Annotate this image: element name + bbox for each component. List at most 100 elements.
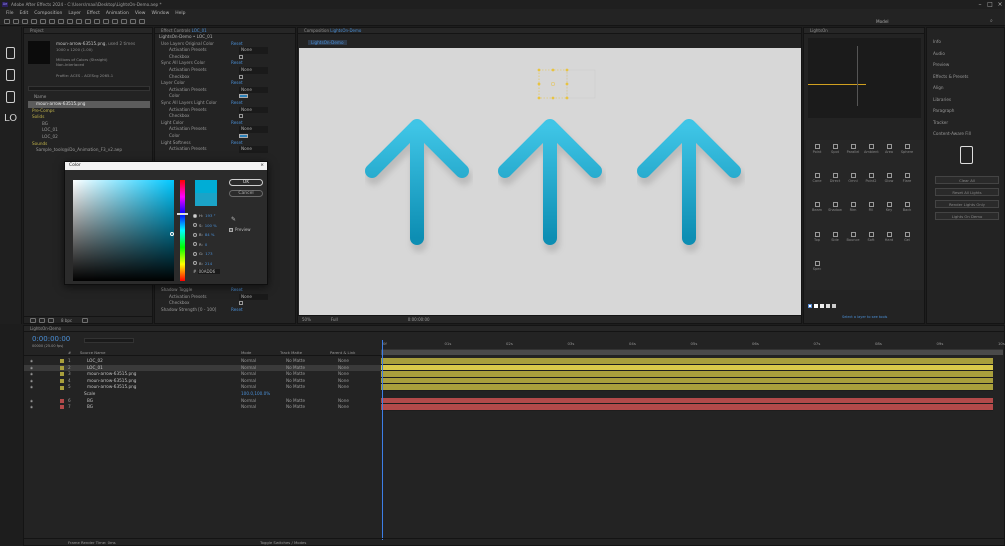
- layer-row[interactable]: Scale 100.0,100.0%: [24, 391, 381, 398]
- color-field-row[interactable]: B: 214: [193, 259, 229, 269]
- timeline-timecode[interactable]: 0:00:00:00: [32, 335, 70, 343]
- swatch[interactable]: [832, 304, 836, 308]
- color-field-row[interactable]: H: 193 °: [193, 211, 229, 221]
- project-tab[interactable]: Project: [24, 28, 152, 34]
- search-icon[interactable]: ⌕: [990, 18, 993, 24]
- eyedropper-icon[interactable]: ✎: [231, 216, 236, 223]
- radio-button[interactable]: [193, 223, 197, 228]
- new-folder-icon[interactable]: [38, 317, 45, 323]
- puppet-tool-icon[interactable]: [129, 19, 136, 24]
- layer-name[interactable]: BG: [87, 404, 93, 411]
- device-preview-icon[interactable]: [960, 146, 973, 164]
- composition-tab[interactable]: Composition LightsOn-Demo: [298, 28, 801, 34]
- effect-row[interactable]: Activation Presets None: [155, 106, 295, 114]
- light-type-button[interactable]: Shadow: [828, 201, 842, 214]
- layer-row[interactable]: ◉ 4 moun-arrow-63515.png Normal No Matte None: [24, 378, 381, 385]
- layer-mode[interactable]: Normal: [241, 384, 256, 391]
- light-type-button[interactable]: Rim: [846, 201, 860, 214]
- list-item[interactable]: Sounds: [28, 141, 150, 148]
- color-field-value[interactable]: 173: [205, 251, 212, 256]
- color-swatch[interactable]: [239, 94, 248, 99]
- light-type-button[interactable]: Omni: [846, 172, 860, 185]
- effect-row-value[interactable]: Reset: [231, 41, 243, 48]
- workspace-label[interactable]: Model: [876, 19, 889, 24]
- layer-mode[interactable]: Normal: [241, 404, 256, 411]
- color-field-row[interactable]: R: 0: [193, 240, 229, 250]
- bpc-label[interactable]: 8 bpc: [61, 318, 72, 323]
- list-item[interactable]: Pre-Comps: [28, 108, 150, 115]
- layer-parent[interactable]: None: [338, 398, 349, 405]
- checkbox[interactable]: [239, 301, 243, 306]
- effect-row-value[interactable]: Reset: [231, 80, 243, 87]
- comp-breadcrumb[interactable]: LightsOn-Demo: [308, 40, 347, 45]
- light-type-button[interactable]: Glow: [882, 172, 896, 185]
- zoom-dropdown[interactable]: 50%: [302, 317, 311, 322]
- home-icon[interactable]: [3, 19, 10, 24]
- visibility-eye-icon[interactable]: ◉: [30, 378, 33, 385]
- checkbox[interactable]: [239, 114, 243, 119]
- layer-parent[interactable]: None: [338, 378, 349, 385]
- layer-mode[interactable]: Normal: [241, 378, 256, 385]
- light-type-button[interactable]: Beam: [810, 201, 824, 214]
- effect-row-value[interactable]: None: [239, 106, 268, 114]
- cancel-button[interactable]: Cancel: [229, 190, 263, 197]
- light-type-button[interactable]: Back: [900, 201, 914, 214]
- playhead[interactable]: [382, 340, 383, 540]
- panel-tab[interactable]: Content-Aware Fill: [927, 128, 1004, 140]
- effect-row[interactable]: Light Color Reset: [155, 120, 295, 127]
- maximize-icon[interactable]: □: [985, 0, 995, 9]
- effect-row-value[interactable]: Reset: [231, 287, 243, 294]
- color-field-value[interactable]: 100 %: [205, 223, 217, 228]
- light-type-button[interactable]: Soft: [864, 231, 878, 244]
- color-field-value[interactable]: 193 °: [205, 213, 215, 218]
- type-tool-icon[interactable]: [84, 19, 91, 24]
- light-type-button[interactable]: Hard: [882, 231, 896, 244]
- visibility-eye-icon[interactable]: ◉: [30, 371, 33, 378]
- close-icon[interactable]: ×: [260, 162, 267, 170]
- layer-row[interactable]: ◉ 6 BG Normal No Matte None: [24, 398, 381, 405]
- toggle-switches-modes[interactable]: Toggle Switches / Modes: [260, 539, 306, 546]
- effect-row-value[interactable]: Reset: [231, 60, 243, 67]
- light-type-button[interactable]: Direct: [828, 172, 842, 185]
- menu-animation[interactable]: Animation: [106, 11, 129, 16]
- layer-name[interactable]: LOC_01: [87, 365, 103, 372]
- device-add-icon[interactable]: [6, 91, 15, 103]
- effect-row-value[interactable]: None: [239, 293, 268, 301]
- light-type-button[interactable]: Sphere: [900, 143, 914, 156]
- visibility-eye-icon[interactable]: ◉: [30, 365, 33, 372]
- effect-row[interactable]: Activation Presets None: [155, 146, 295, 153]
- comp-timecode[interactable]: 0:00:00:00: [408, 317, 430, 322]
- panel-tab[interactable]: Paragraph: [927, 105, 1004, 117]
- list-item[interactable]: BG: [28, 121, 150, 128]
- layer-track-bar[interactable]: [381, 404, 993, 411]
- panel-tab[interactable]: Effects & Presets: [927, 71, 1004, 83]
- hue-slider-handle[interactable]: [177, 213, 188, 215]
- light-type-button[interactable]: Gel: [900, 231, 914, 244]
- layer-track-matte[interactable]: No Matte: [286, 358, 305, 365]
- menu-edit[interactable]: Edit: [20, 11, 29, 16]
- list-item[interactable]: LOC_01: [28, 127, 150, 134]
- action-button[interactable]: Render Lights Only: [935, 200, 999, 208]
- label-color-swatch[interactable]: [60, 359, 64, 364]
- effect-row[interactable]: Sync All Layers Light Color Reset: [155, 100, 295, 107]
- effect-row[interactable]: Color: [155, 93, 295, 100]
- work-area-bar[interactable]: [381, 350, 1003, 355]
- timeline-search-input[interactable]: [84, 338, 134, 343]
- color-field-value[interactable]: 214: [205, 261, 212, 266]
- effect-row[interactable]: Activation Presets None: [155, 293, 295, 301]
- light-type-button[interactable]: Fill: [864, 201, 878, 214]
- light-type-button[interactable]: Ambient: [864, 143, 879, 156]
- effect-row-value[interactable]: None: [239, 47, 268, 54]
- radio-button[interactable]: [193, 251, 197, 256]
- device-list-icon[interactable]: [6, 69, 15, 81]
- layer-track-matte[interactable]: No Matte: [286, 371, 305, 378]
- list-item[interactable]: LOC_02: [28, 134, 150, 141]
- light-type-button[interactable]: Top: [810, 231, 824, 244]
- effect-row[interactable]: Sync All Layers Color Reset: [155, 60, 295, 67]
- visibility-eye-icon[interactable]: ◉: [30, 358, 33, 365]
- panel-tab[interactable]: Libraries: [927, 94, 1004, 106]
- layer-parent[interactable]: None: [338, 384, 349, 391]
- layer-row[interactable]: ◉ 2 LOC_01 Normal No Matte None: [24, 364, 381, 372]
- color-field-row[interactable]: B: 84 %: [193, 230, 229, 240]
- swatch[interactable]: [820, 304, 824, 308]
